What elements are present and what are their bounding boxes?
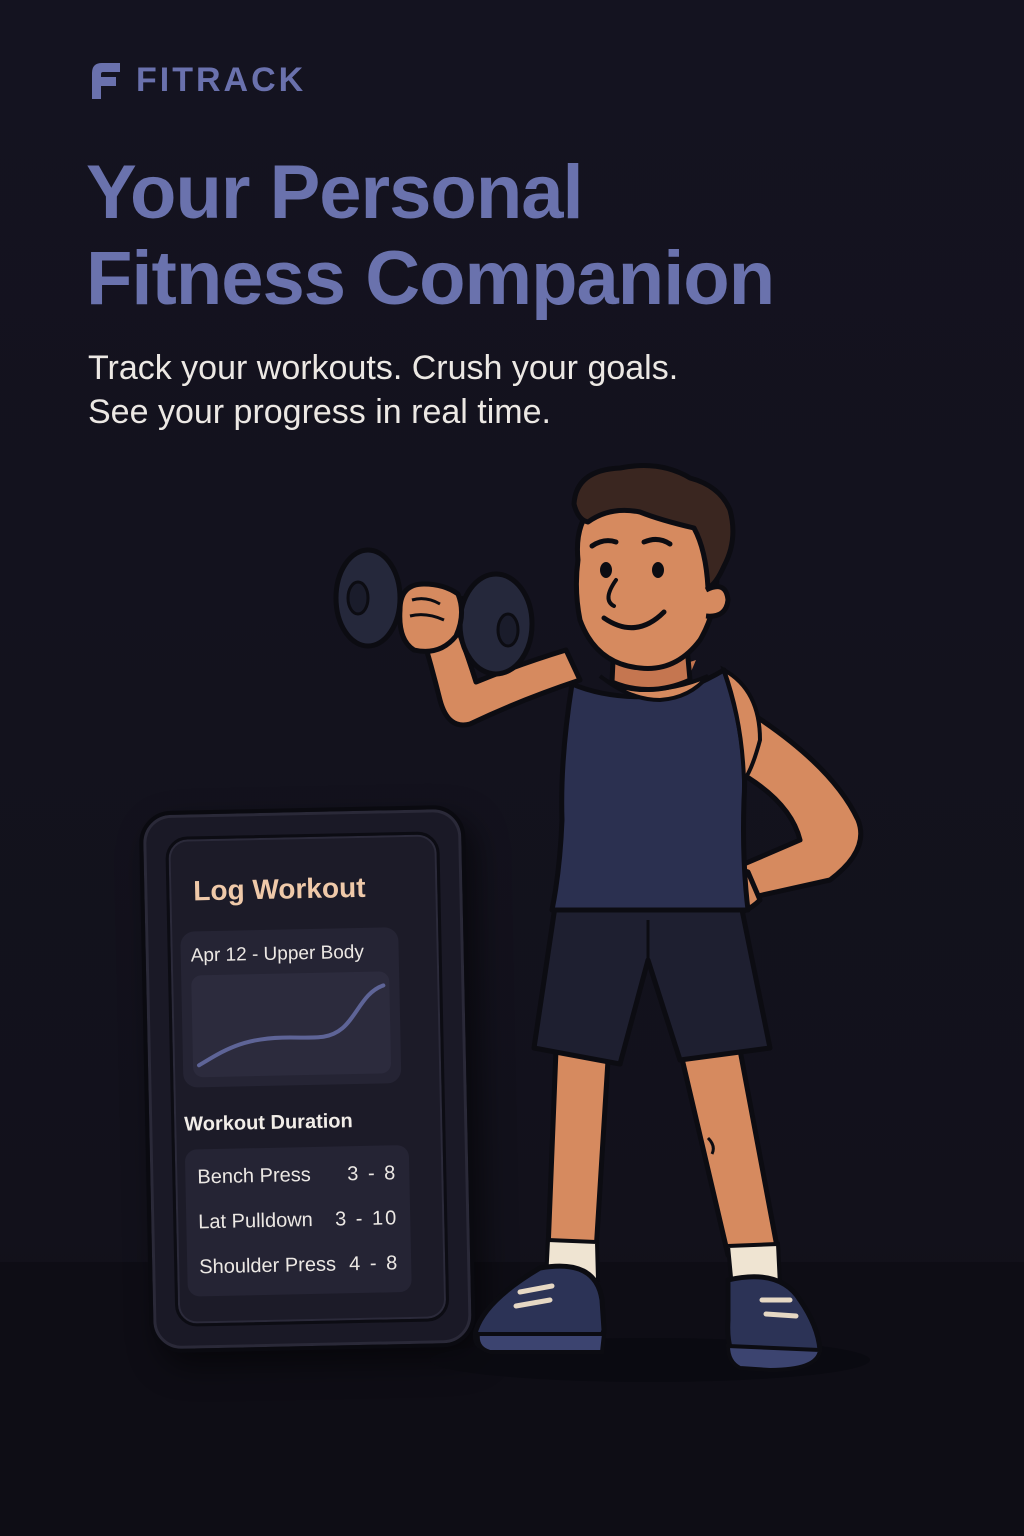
hero-headline: Your Personal Fitness Companion xyxy=(86,150,986,322)
subhead-line-1: Track your workouts. Crush your goals. xyxy=(88,349,679,387)
exercise-name: Shoulder Press xyxy=(199,1253,337,1279)
hero-subhead: Track your workouts. Crush your goals. S… xyxy=(88,346,948,434)
exercise-name: Lat Pulldown xyxy=(198,1208,314,1234)
landing-page: FITRACK Your Personal Fitness Companion … xyxy=(0,0,1024,1536)
exercise-name: Bench Press xyxy=(197,1164,311,1189)
headline-line-1: Your Personal xyxy=(86,150,584,235)
athlete-illustration xyxy=(333,463,870,1382)
brand-name: FITRACK xyxy=(136,60,307,99)
subhead-line-2: See your progress in real time. xyxy=(88,393,551,431)
headline-line-2: Fitness Companion xyxy=(86,236,775,321)
fitrack-logo-icon xyxy=(92,63,120,99)
brand[interactable]: FITRACK xyxy=(88,58,306,102)
